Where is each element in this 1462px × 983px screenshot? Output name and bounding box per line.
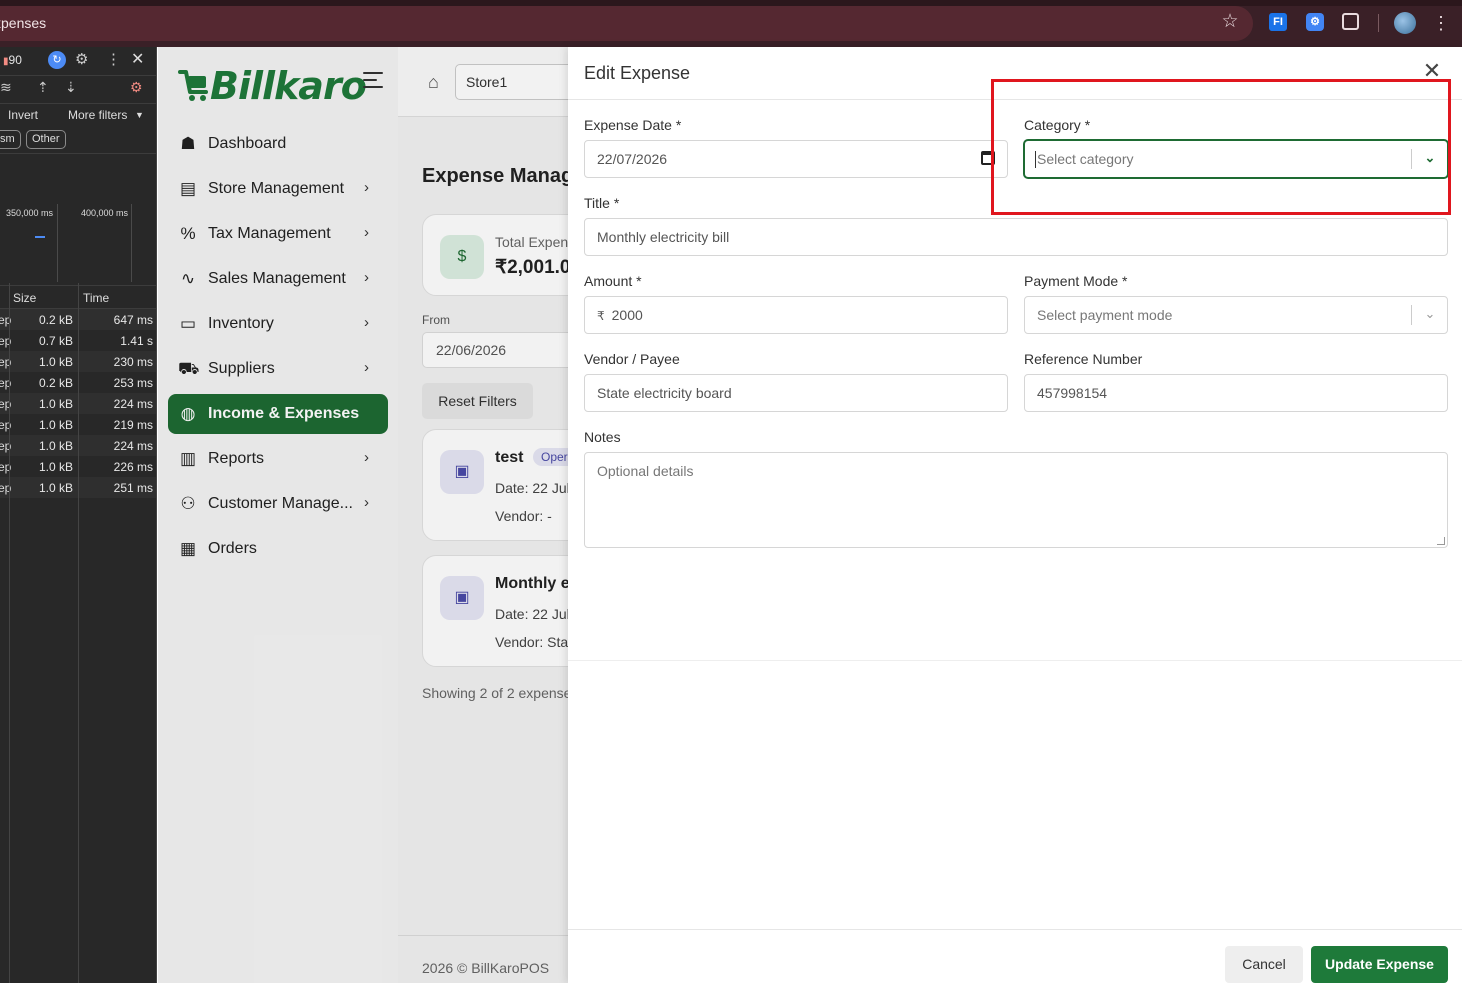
devtools-menu-icon[interactable]: ⋮ <box>106 50 121 68</box>
request-size: 1.0 kB <box>38 418 73 432</box>
highlight-annotation-box <box>991 79 1451 215</box>
chip-wasm[interactable]: sm <box>0 130 21 149</box>
title-input[interactable]: Monthly electricity bill <box>584 218 1448 256</box>
devtools-topbar: ▮90 ↻ ⚙ ⋮ ✕ <box>0 47 156 73</box>
reference-number-input[interactable]: 457998154 <box>1024 374 1448 412</box>
bookmark-star-icon[interactable]: ☆ <box>1219 11 1241 33</box>
reference-number-label: Reference Number <box>1024 351 1143 367</box>
select-divider <box>1411 305 1412 325</box>
expense-date-value: 22/07/2026 <box>597 151 668 167</box>
network-timeline[interactable]: 350,000 ms 400,000 ms <box>0 153 156 283</box>
browser-tab[interactable]: xpenses <box>0 6 1253 41</box>
request-size: 0.7 kB <box>38 334 73 348</box>
chip-other[interactable]: Other <box>26 130 66 149</box>
vendor-label: Vendor / Payee <box>584 351 680 367</box>
request-time: 251 ms <box>113 481 153 495</box>
payment-mode-select[interactable]: Select payment mode ⌄ <box>1024 296 1448 334</box>
extensions-puzzle-icon[interactable] <box>1342 13 1359 30</box>
request-size: 1.0 kB <box>38 460 73 474</box>
devtools-settings-icon[interactable]: ⚙ <box>75 50 88 68</box>
request-size: 1.0 kB <box>38 355 73 369</box>
filter-toolbar: Invert More filters ▼ <box>0 103 156 125</box>
request-time: 224 ms <box>113 397 153 411</box>
sync-icon[interactable]: ↻ <box>48 51 66 69</box>
payment-mode-placeholder: Select payment mode <box>1037 307 1173 323</box>
resize-handle-icon[interactable] <box>1437 537 1445 545</box>
column-divider <box>78 283 79 983</box>
request-time: 226 ms <box>113 460 153 474</box>
browser-toolbar: xpenses ☆ FI ⚙ ⋮ <box>0 0 1462 47</box>
timeline-gridline <box>131 204 132 282</box>
column-header-time[interactable]: Time <box>83 291 109 305</box>
cancel-button[interactable]: Cancel <box>1225 946 1303 983</box>
request-time: 253 ms <box>113 376 153 390</box>
payment-mode-label: Payment Mode * <box>1024 273 1128 289</box>
update-expense-button[interactable]: Update Expense <box>1311 946 1448 983</box>
timeline-label: 350,000 ms <box>6 208 54 218</box>
notes-textarea[interactable]: Optional details <box>584 452 1448 548</box>
amount-value: 2000 <box>611 307 643 323</box>
request-size: 1.0 kB <box>38 481 73 495</box>
timeline-gridline <box>57 204 58 282</box>
devtools-close-icon[interactable]: ✕ <box>131 49 144 69</box>
request-size: 0.2 kB <box>38 313 73 327</box>
request-size: 0.2 kB <box>38 376 73 390</box>
form-divider <box>568 660 1462 661</box>
title-label: Title * <box>584 195 620 211</box>
tab-title: xpenses <box>0 15 47 31</box>
notes-placeholder: Optional details <box>597 463 694 479</box>
vendor-input[interactable]: State electricity board <box>584 374 1008 412</box>
request-time: 1.41 s <box>120 334 153 348</box>
extension-fi-icon[interactable]: FI <box>1269 13 1287 31</box>
wifi-icon[interactable]: ≋ <box>0 79 12 96</box>
chevron-down-icon[interactable]: ⌄ <box>1421 305 1439 323</box>
browser-menu-icon[interactable]: ⋮ <box>1432 11 1450 35</box>
timeline-label: 400,000 ms <box>81 208 129 218</box>
request-time: 219 ms <box>113 418 153 432</box>
drawer-title: Edit Expense <box>584 63 691 83</box>
toolbar-divider <box>1378 14 1379 32</box>
expense-date-label: Expense Date * <box>584 117 682 133</box>
rupee-icon: ₹ <box>597 309 605 323</box>
devtools-panel: ▮90 ↻ ⚙ ⋮ ✕ ≋ ⇡ ⇣ ⚙ Invert More filters … <box>0 47 157 983</box>
request-size: 1.0 kB <box>38 397 73 411</box>
upload-icon[interactable]: ⇡ <box>37 79 49 96</box>
expense-date-input[interactable]: 22/07/2026 <box>584 140 1008 178</box>
notes-label: Notes <box>584 429 621 445</box>
extension-gear-icon[interactable]: ⚙ <box>1306 13 1324 31</box>
request-time: 647 ms <box>113 313 153 327</box>
more-filters-caret-icon: ▼ <box>135 110 144 120</box>
request-time: 224 ms <box>113 439 153 453</box>
profile-avatar[interactable] <box>1394 12 1416 34</box>
more-filters-dropdown[interactable]: More filters <box>68 108 127 122</box>
drawer-backdrop[interactable] <box>158 47 568 983</box>
drawer-footer-divider <box>568 929 1462 930</box>
column-header-size[interactable]: Size <box>13 291 36 305</box>
timeline-marker <box>35 236 45 238</box>
download-icon[interactable]: ⇣ <box>65 79 77 96</box>
network-toolbar: ≋ ⇡ ⇣ ⚙ <box>0 75 156 99</box>
messages-badge[interactable]: ▮90 <box>3 53 22 67</box>
network-settings-icon[interactable]: ⚙ <box>130 79 143 96</box>
amount-input[interactable]: ₹2000 <box>584 296 1008 334</box>
request-size: 1.0 kB <box>38 439 73 453</box>
close-icon[interactable]: ✕ <box>1422 60 1442 82</box>
message-count: 90 <box>8 53 22 67</box>
column-divider <box>9 283 10 983</box>
resource-type-chips: sm Other <box>0 127 156 153</box>
request-time: 230 ms <box>113 355 153 369</box>
invert-checkbox-label[interactable]: Invert <box>8 108 38 122</box>
amount-label: Amount * <box>584 273 642 289</box>
